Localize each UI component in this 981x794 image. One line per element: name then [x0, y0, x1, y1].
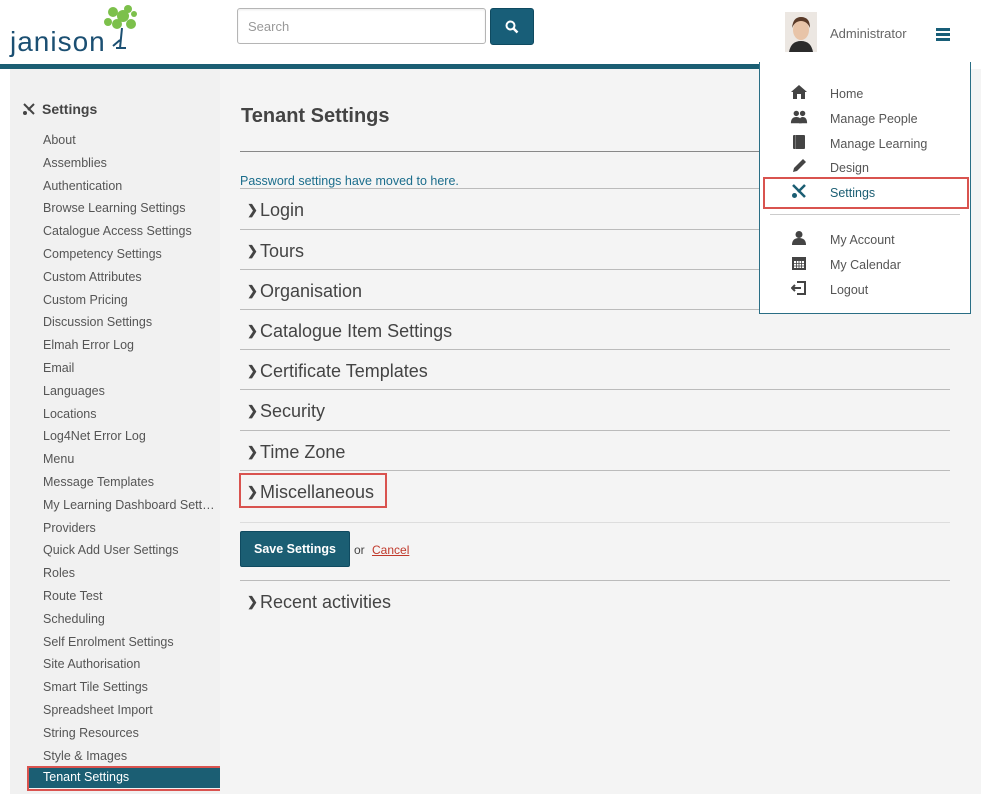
sidebar-item-elmah-error-log[interactable]: Elmah Error Log [43, 338, 215, 361]
tools-icon [23, 103, 35, 115]
user-name[interactable]: Administrator [830, 26, 907, 41]
menu-item-home[interactable]: Home [760, 83, 970, 105]
menu-item-label: Manage Learning [830, 137, 928, 151]
sidebar-item-route-test[interactable]: Route Test [43, 589, 215, 612]
menu-item-manage-learning[interactable]: Manage Learning [760, 133, 970, 155]
sidebar-item-languages[interactable]: Languages [43, 384, 215, 407]
sidebar-list: About Assemblies Authentication Browse L… [43, 133, 215, 771]
chevron-right-icon: ❯ [247, 363, 258, 378]
logout-icon [790, 279, 808, 297]
sidebar-item-discussion-settings[interactable]: Discussion Settings [43, 315, 215, 338]
pencil-icon [790, 157, 808, 175]
highlight-box [763, 177, 969, 209]
section-certificate-templates[interactable]: ❯ Certificate Templates [240, 349, 950, 389]
sidebar-title: Settings [22, 101, 97, 117]
sidebar-item-menu[interactable]: Menu [43, 452, 215, 475]
menu-item-my-calendar[interactable]: My Calendar [760, 254, 970, 276]
chevron-right-icon: ❯ [247, 403, 258, 418]
search-button[interactable] [490, 8, 534, 45]
section-label: Catalogue Item Settings [260, 321, 453, 341]
menu-item-manage-people[interactable]: Manage People [760, 108, 970, 130]
section-recent-activities[interactable]: ❯ Recent activities [240, 580, 950, 620]
sidebar-item-roles[interactable]: Roles [43, 566, 215, 589]
sidebar-item-spreadsheet-import[interactable]: Spreadsheet Import [43, 703, 215, 726]
chevron-right-icon: ❯ [247, 283, 258, 298]
cancel-link[interactable]: Cancel [372, 543, 409, 557]
sidebar-title-label: Settings [42, 101, 98, 117]
sidebar-item-smart-tile[interactable]: Smart Tile Settings [43, 680, 215, 703]
sidebar-item-providers[interactable]: Providers [43, 521, 215, 544]
menu-item-label: Manage People [830, 112, 918, 126]
chevron-right-icon: ❯ [247, 243, 258, 258]
section-label: Certificate Templates [260, 361, 428, 381]
sidebar-item-scheduling[interactable]: Scheduling [43, 612, 215, 635]
hamburger-menu-icon[interactable] [936, 28, 950, 42]
sidebar-item-message-templates[interactable]: Message Templates [43, 475, 215, 498]
sidebar-item-browse-learning-settings[interactable]: Browse Learning Settings [43, 201, 215, 224]
highlight-box [27, 766, 229, 791]
menu-item-logout[interactable]: Logout [760, 279, 970, 301]
menu-item-label: My Calendar [830, 258, 901, 272]
sidebar-item-locations[interactable]: Locations [43, 407, 215, 430]
sidebar-item-authentication[interactable]: Authentication [43, 179, 215, 202]
chevron-right-icon: ❯ [247, 202, 258, 217]
menu-item-label: Design [830, 161, 869, 175]
sidebar-item-site-authorisation[interactable]: Site Authorisation [43, 657, 215, 680]
user-icon [790, 229, 808, 247]
sidebar-item-log4net-error-log[interactable]: Log4Net Error Log [43, 429, 215, 452]
menu-item-label: Logout [830, 283, 869, 297]
logo-text: Janison [10, 26, 106, 57]
menu-item-design[interactable]: Design [760, 157, 970, 179]
section-label: Login [260, 200, 305, 220]
sidebar-item-competency-settings[interactable]: Competency Settings [43, 247, 215, 270]
calendar-icon [790, 254, 808, 272]
avatar[interactable] [785, 12, 817, 52]
sidebar: Settings About Assemblies Authentication… [10, 69, 229, 794]
sidebar-item-my-learning-dashboard[interactable]: My Learning Dashboard Setti... [43, 498, 215, 521]
section-label: Recent activities [260, 592, 392, 612]
section-label: Organisation [260, 281, 363, 301]
sidebar-item-email[interactable]: Email [43, 361, 215, 384]
sidebar-item-custom-attributes[interactable]: Custom Attributes [43, 270, 215, 293]
section-catalogue-item-settings[interactable]: ❯ Catalogue Item Settings [240, 309, 950, 349]
sidebar-item-self-enrolment[interactable]: Self Enrolment Settings [43, 635, 215, 658]
menu-item-label: Home [830, 87, 864, 101]
section-label: Time Zone [260, 442, 346, 462]
sidebar-item-string-resources[interactable]: String Resources [43, 726, 215, 749]
people-icon [790, 108, 808, 126]
or-text: or [354, 543, 365, 557]
menu-item-label: My Account [830, 233, 895, 247]
menu-item-my-account[interactable]: My Account [760, 229, 970, 251]
home-icon [790, 83, 808, 101]
save-settings-button[interactable]: Save Settings [240, 531, 350, 567]
section-time-zone[interactable]: ❯ Time Zone [240, 430, 950, 470]
password-settings-link[interactable]: Password settings have moved to here. [240, 174, 459, 188]
sidebar-item-catalogue-access-settings[interactable]: Catalogue Access Settings [43, 224, 215, 247]
page-title: Tenant Settings [241, 105, 390, 127]
title-divider [240, 151, 770, 152]
sidebar-item-custom-pricing[interactable]: Custom Pricing [43, 293, 215, 316]
search-input[interactable] [237, 8, 486, 44]
sidebar-item-quick-add-user[interactable]: Quick Add User Settings [43, 543, 215, 566]
sidebar-item-about[interactable]: About [43, 133, 215, 156]
sidebar-item-assemblies[interactable]: Assemblies [43, 156, 215, 179]
search-icon [505, 20, 519, 33]
header: Janison Administrator [0, 0, 981, 64]
section-label: Tours [260, 241, 305, 261]
navigation-dropdown: Home Manage People Manage Learning Desig… [759, 62, 971, 314]
section-divider [240, 522, 950, 523]
book-icon [790, 133, 808, 151]
janison-logo[interactable]: Janison [10, 4, 140, 60]
chevron-right-icon: ❯ [247, 444, 258, 459]
highlight-box [239, 473, 387, 508]
chevron-right-icon: ❯ [247, 594, 258, 609]
section-security[interactable]: ❯ Security [240, 389, 950, 429]
chevron-right-icon: ❯ [247, 323, 258, 338]
section-label: Security [260, 401, 326, 421]
menu-divider [770, 214, 960, 215]
